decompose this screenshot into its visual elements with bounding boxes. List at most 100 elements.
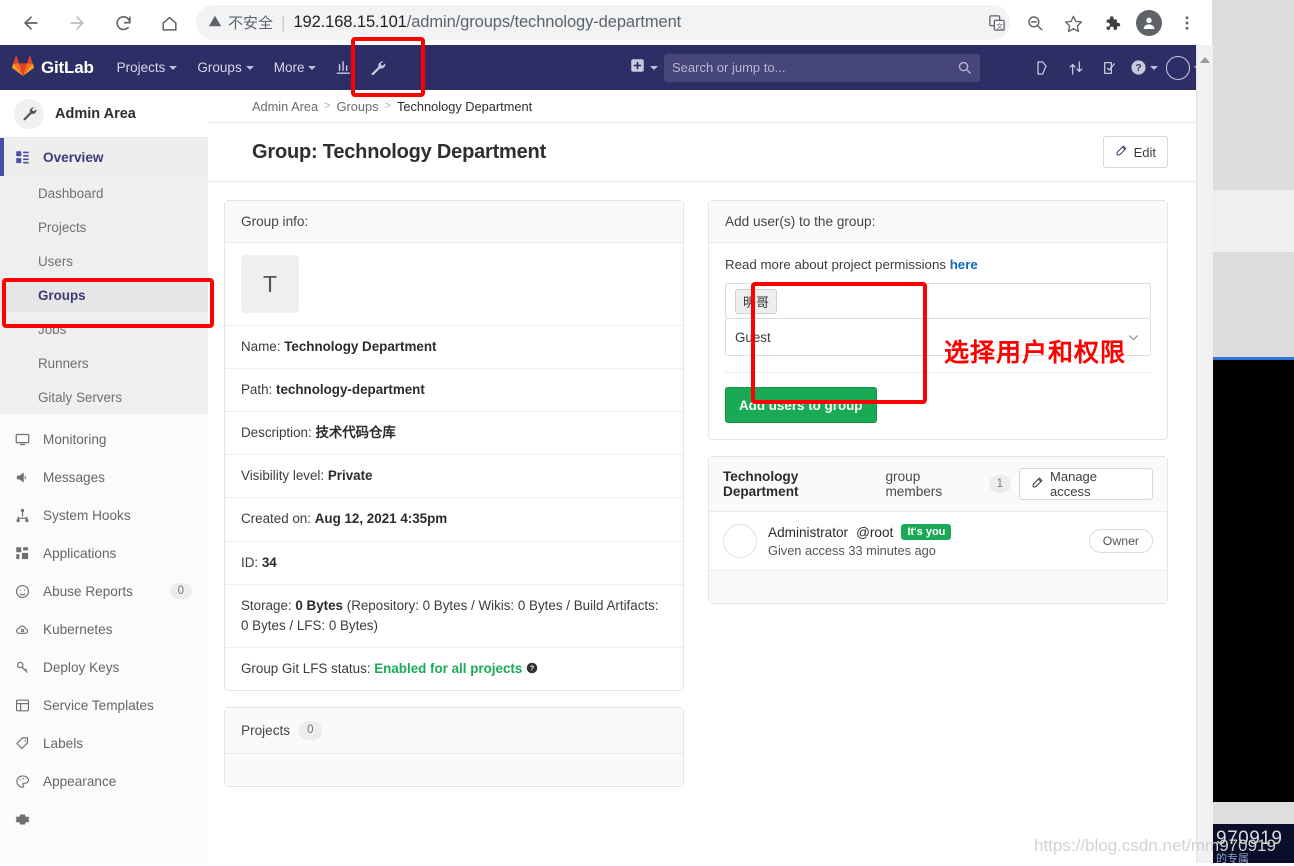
row-value: Technology Department — [284, 339, 437, 354]
zoom-out-icon[interactable] — [1016, 4, 1054, 42]
sidebar-item-labels[interactable]: Labels — [0, 724, 208, 762]
browser-toolbar: 不安全 | 192.168.15.101/admin/groups/techno… — [0, 0, 1212, 45]
puzzle-icon[interactable] — [1092, 4, 1130, 42]
bg-block-3 — [1212, 252, 1294, 357]
row-label: Path: — [241, 382, 273, 398]
search-icon — [957, 60, 972, 78]
browser-action-buttons: 文 — [978, 4, 1206, 42]
row-label: ID: — [241, 554, 259, 570]
gitlab-top-navbar: GitLab Projects Groups More Search or ju… — [0, 45, 1212, 90]
sidebar-overview-subitems: Dashboard Projects Users Groups Jobs Run… — [0, 176, 208, 414]
sidebar-item-messages[interactable]: Messages — [0, 458, 208, 496]
sidebar-item-settings[interactable] — [0, 800, 208, 838]
sidebar-runners-label: Runners — [38, 355, 89, 371]
sidebar-item-kubernetes[interactable]: Kubernetes — [0, 610, 208, 648]
translate-icon[interactable]: 文 — [978, 4, 1016, 42]
three-dot-menu-icon[interactable] — [1168, 4, 1206, 42]
row-label: Visibility level: — [241, 468, 325, 484]
members-count: 1 — [988, 474, 1012, 494]
group-info-row-storage: Storage: 0 Bytes (Repository: 0 Bytes / … — [225, 585, 683, 648]
issues-icon[interactable] — [1026, 52, 1058, 84]
sidebar-item-runners[interactable]: Runners — [0, 346, 208, 380]
help-icon[interactable]: ? — [1128, 52, 1160, 84]
sidebar-item-groups[interactable]: Groups — [0, 278, 208, 312]
abuse-reports-count: 0 — [169, 583, 192, 599]
group-info-row-id: ID: 34 — [225, 542, 683, 585]
nav-item-more[interactable]: More — [265, 54, 326, 81]
members-empty-row — [709, 571, 1167, 603]
breadcrumb-groups[interactable]: Groups — [337, 99, 379, 114]
scroll-up-arrow-icon[interactable] — [1200, 57, 1210, 63]
sidebar-item-service-templates[interactable]: Service Templates — [0, 686, 208, 724]
breadcrumb: Admin Area > Groups > Technology Departm… — [208, 90, 1212, 123]
breadcrumb-current: Technology Department — [397, 98, 533, 114]
sidebar-item-applications[interactable]: Applications — [0, 534, 208, 572]
address-bar[interactable]: 不安全 | 192.168.15.101/admin/groups/techno… — [196, 5, 1010, 40]
its-you-badge: It's you — [901, 524, 952, 540]
row-value: 技术代码仓库 — [315, 425, 396, 441]
gitlab-brand-label: GitLab — [41, 57, 94, 77]
sidebar-item-overview[interactable]: Overview — [0, 138, 208, 176]
sidebar-gitaly-label: Gitaly Servers — [38, 389, 123, 405]
add-users-to-group-button[interactable]: Add users to group — [725, 387, 877, 423]
search-placeholder: Search or jump to... — [672, 60, 786, 75]
page-scrollbar[interactable] — [1196, 45, 1213, 863]
breadcrumb-separator: > — [324, 100, 331, 112]
search-input[interactable]: Search or jump to... — [664, 53, 980, 82]
member-access-subtext: Given access 33 minutes ago — [768, 543, 936, 558]
breadcrumb-admin-area[interactable]: Admin Area — [252, 99, 318, 114]
sidebar-item-jobs[interactable]: Jobs — [0, 312, 208, 346]
back-button[interactable] — [8, 4, 54, 42]
group-info-row-path: Path: technology-department — [225, 369, 683, 413]
member-info: Administrator @root It's you Given acces… — [768, 524, 952, 558]
group-members-header: Technology Department group members 1 Ma… — [709, 457, 1167, 512]
gitlab-tanuki-icon — [12, 55, 34, 81]
sidebar-item-monitoring[interactable]: Monitoring — [0, 420, 208, 458]
gear-icon — [14, 812, 31, 827]
group-info-header: Group info: — [225, 201, 683, 243]
new-item-button[interactable] — [630, 58, 658, 78]
palette-icon — [14, 774, 31, 789]
sidebar-item-abuse-reports[interactable]: Abuse Reports 0 — [0, 572, 208, 610]
nav-item-projects[interactable]: Projects — [108, 54, 187, 81]
profile-avatar-icon[interactable] — [1130, 4, 1168, 42]
star-icon[interactable] — [1054, 4, 1092, 42]
avatar — [1136, 10, 1162, 36]
home-button[interactable] — [146, 4, 192, 42]
site-security-indicator[interactable]: 不安全 — [208, 12, 273, 33]
member-name[interactable]: Administrator — [768, 525, 848, 540]
sidebar-item-gitaly-servers[interactable]: Gitaly Servers — [0, 380, 208, 414]
sidebar-item-appearance[interactable]: Appearance — [0, 762, 208, 800]
reload-button[interactable] — [100, 4, 146, 42]
nav-item-groups[interactable]: Groups — [188, 54, 262, 81]
key-icon — [14, 660, 31, 675]
sidebar-messages-label: Messages — [43, 469, 105, 485]
admin-area-header[interactable]: Admin Area — [0, 90, 208, 138]
sidebar-item-users[interactable]: Users — [0, 244, 208, 278]
sidebar-jobs-label: Jobs — [38, 321, 67, 337]
storage-label: Storage: — [241, 597, 292, 613]
sidebar-item-dashboard[interactable]: Dashboard — [0, 176, 208, 210]
question-mark-icon[interactable]: ? — [526, 661, 538, 676]
gitlab-logo[interactable]: GitLab — [0, 55, 94, 81]
megaphone-icon — [14, 470, 31, 485]
sidebar-item-projects[interactable]: Projects — [0, 210, 208, 244]
admin-wrench-icon[interactable] — [363, 53, 393, 83]
forward-button[interactable] — [54, 4, 100, 42]
manage-access-button[interactable]: Manage access — [1019, 468, 1154, 500]
manage-access-label: Manage access — [1050, 469, 1098, 499]
todos-icon[interactable] — [1094, 52, 1126, 84]
lfs-value: Enabled for all projects — [374, 660, 523, 676]
row-label: Description: — [241, 425, 312, 441]
edit-button[interactable]: Edit — [1102, 136, 1168, 168]
permissions-link[interactable]: here — [950, 257, 978, 272]
pencil-edit-icon — [1115, 144, 1128, 160]
merge-requests-icon[interactable] — [1060, 52, 1092, 84]
sidebar-item-system-hooks[interactable]: System Hooks — [0, 496, 208, 534]
sidebar-users-label: Users — [38, 253, 73, 269]
sidebar-appearance-label: Appearance — [43, 773, 117, 789]
sidebar-dashboard-label: Dashboard — [38, 185, 104, 201]
sidebar-item-deploy-keys[interactable]: Deploy Keys — [0, 648, 208, 686]
analytics-chart-icon[interactable] — [329, 53, 359, 83]
user-select-input[interactable]: 明哥 — [725, 283, 1151, 319]
